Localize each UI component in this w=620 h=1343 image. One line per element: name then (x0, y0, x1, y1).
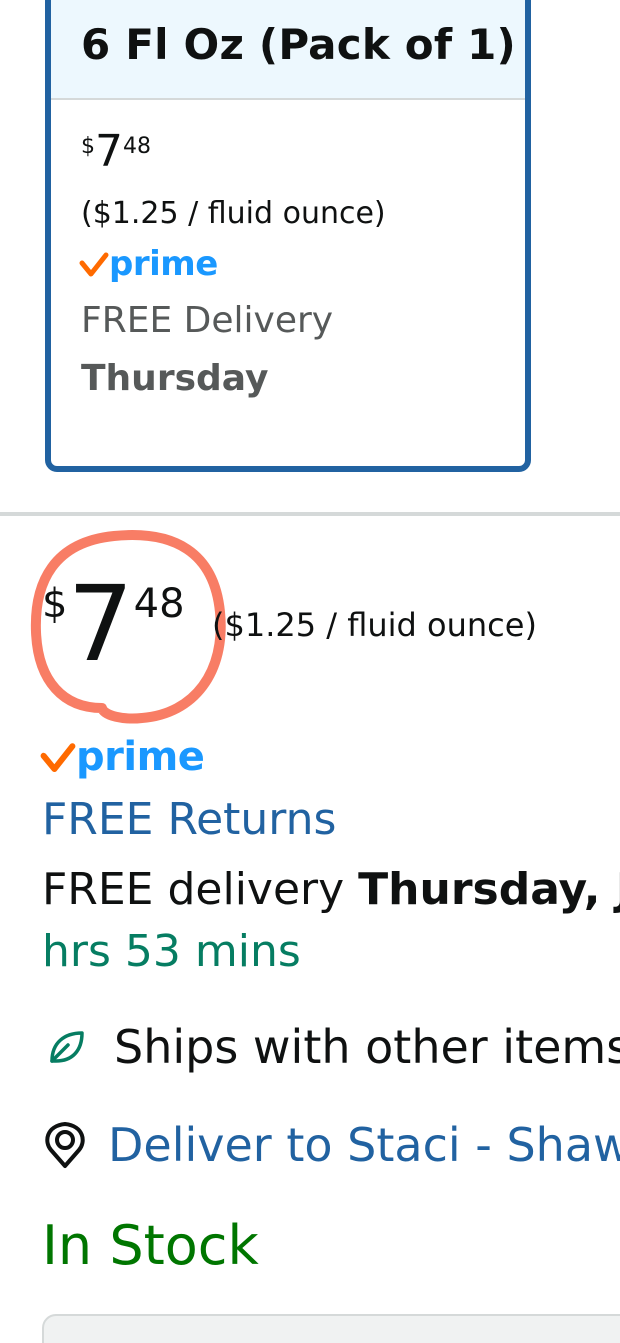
quantity-selector[interactable] (42, 1314, 620, 1343)
free-returns-link[interactable]: FREE Returns (42, 794, 336, 845)
leaf-icon (50, 1031, 84, 1063)
deliver-to-row[interactable]: Deliver to Staci - Shawn (42, 1118, 620, 1172)
prime-label: prime (76, 734, 205, 780)
price-whole: 7 (67, 563, 134, 685)
price-fraction: 48 (133, 581, 185, 627)
price-symbol: $ (42, 581, 68, 627)
variation-delivery-label: FREE Delivery (81, 300, 334, 341)
product-page: 6 Fl Oz (Pack of 1) $748 ($1.25 / fluid … (0, 0, 620, 1343)
order-countdown: hrs 53 mins (42, 926, 301, 977)
ships-with-text: Ships with other items i (114, 1020, 620, 1074)
prime-badge: prime (79, 244, 218, 284)
check-icon (40, 743, 76, 772)
variation-title: 6 Fl Oz (Pack of 1) (81, 20, 516, 69)
offer-unit-price: ($1.25 / fluid ounce) (212, 606, 537, 644)
price-whole: 7 (95, 126, 123, 177)
delivery-date: Thursday, Ju (358, 864, 620, 915)
prime-label: prime (109, 244, 218, 284)
variation-card-header: 6 Fl Oz (Pack of 1) (51, 0, 525, 100)
variation-card-selected[interactable]: 6 Fl Oz (Pack of 1) $748 ($1.25 / fluid … (45, 0, 531, 472)
delivery-prefix: FREE delivery (42, 864, 359, 915)
ships-with-row: Ships with other items i (44, 1020, 620, 1074)
deliver-to-link[interactable]: Deliver to Staci - Shawn (108, 1118, 620, 1172)
variation-unit-price: ($1.25 / fluid ounce) (81, 196, 386, 231)
location-pin-icon (45, 1122, 85, 1168)
stock-status: In Stock (42, 1214, 259, 1277)
price-fraction: 48 (123, 134, 151, 159)
section-divider (0, 512, 620, 516)
price-symbol: $ (81, 134, 95, 159)
delivery-estimate: FREE delivery Thursday, Ju (42, 864, 620, 915)
check-icon (79, 252, 109, 277)
variation-price: $748 (81, 130, 151, 174)
prime-badge: prime (40, 734, 205, 780)
variation-delivery-day: Thursday (81, 358, 269, 399)
offer-price: $748 (42, 572, 185, 676)
